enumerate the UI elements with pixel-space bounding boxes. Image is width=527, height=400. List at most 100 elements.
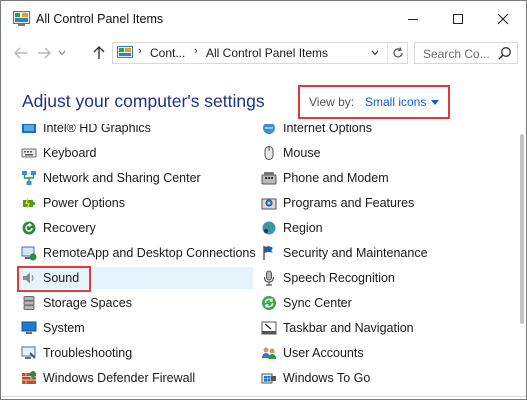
item-user-accounts[interactable]: User Accounts — [261, 342, 364, 364]
system-icon — [21, 321, 37, 334]
graphics-icon — [22, 124, 36, 133]
sync-icon — [262, 296, 276, 310]
chevron-down-icon — [371, 50, 379, 56]
page-title: Adjust your computer's settings — [22, 91, 265, 111]
item-firewall[interactable]: Windows Defender Firewall — [21, 367, 195, 389]
item-mouse[interactable]: Mouse — [261, 142, 321, 164]
recent-locations-button[interactable] — [55, 43, 69, 63]
minimize-icon — [408, 18, 418, 20]
item-label: Windows Defender Firewall — [43, 371, 196, 385]
navigation-bar: › Cont... › All Control Panel Items Sear… — [1, 37, 526, 69]
item-sync-center[interactable]: Sync Center — [261, 292, 352, 314]
item-label: RemoteApp and Desktop Connections — [43, 246, 256, 260]
close-button[interactable] — [483, 1, 523, 37]
taskbar-icon — [261, 321, 277, 335]
breadcrumb-separator-icon: › — [194, 45, 198, 57]
refresh-icon — [392, 47, 403, 58]
back-arrow-icon — [14, 47, 27, 59]
item-windows-to-go[interactable]: Windows To Go — [261, 367, 370, 389]
search-icon[interactable] — [498, 46, 512, 60]
item-label: Keyboard — [43, 146, 97, 160]
view-by-caret-icon[interactable] — [431, 100, 439, 105]
address-bar[interactable]: › Cont... › All Control Panel Items — [112, 42, 408, 64]
up-arrow-icon — [93, 46, 105, 59]
remoteapp-icon — [21, 246, 37, 261]
item-power-options[interactable]: Power Options — [21, 192, 125, 214]
item-phone-modem[interactable]: Phone and Modem — [261, 167, 389, 189]
item-label: Phone and Modem — [283, 171, 389, 185]
back-button[interactable] — [11, 43, 31, 63]
microphone-icon — [263, 270, 275, 286]
internet-options-icon — [263, 124, 275, 134]
breadcrumb-all-items[interactable]: All Control Panel Items — [206, 46, 328, 60]
item-label: Speech Recognition — [283, 271, 395, 285]
item-label: Region — [283, 221, 323, 235]
title-bar[interactable]: All Control Panel Items — [1, 1, 526, 37]
scrollbar-thumb[interactable] — [520, 134, 524, 324]
item-remoteapp[interactable]: RemoteApp and Desktop Connections — [21, 242, 256, 264]
vertical-scrollbar[interactable] — [519, 124, 524, 399]
keyboard-icon — [21, 148, 37, 158]
control-panel-items-list: Intel® HD Graphics Keyboard Network and … — [1, 124, 526, 399]
item-security-maintenance[interactable]: Security and Maintenance — [261, 242, 428, 264]
item-label: Power Options — [43, 196, 125, 210]
search-input[interactable]: Search Co... — [423, 47, 490, 61]
troubleshooting-icon — [21, 346, 36, 359]
item-troubleshooting[interactable]: Troubleshooting — [21, 342, 132, 364]
item-label: Intel® HD Graphics — [43, 124, 151, 135]
address-dropdown-button[interactable] — [366, 45, 384, 61]
item-intel-graphics[interactable]: Intel® HD Graphics — [21, 124, 151, 139]
item-label: Troubleshooting — [43, 346, 133, 360]
programs-icon — [261, 198, 277, 210]
forward-button[interactable] — [34, 43, 54, 63]
chevron-down-icon — [58, 50, 66, 56]
region-icon — [262, 221, 276, 235]
windows-to-go-icon — [261, 373, 276, 384]
item-label: Network and Sharing Center — [43, 171, 201, 185]
search-box[interactable]: Search Co... — [414, 42, 518, 64]
control-panel-icon — [13, 11, 30, 26]
item-label: Storage Spaces — [43, 296, 132, 310]
view-by-label: View by: — [309, 95, 355, 109]
item-keyboard[interactable]: Keyboard — [21, 142, 97, 164]
breadcrumb-separator-icon: › — [138, 45, 142, 57]
power-icon — [23, 197, 35, 209]
storage-icon — [23, 296, 35, 310]
item-region[interactable]: Region — [261, 217, 323, 239]
item-system[interactable]: System — [21, 317, 85, 339]
close-icon — [497, 13, 509, 25]
item-label: Mouse — [283, 146, 321, 160]
control-panel-icon — [117, 46, 133, 58]
recovery-icon — [22, 221, 36, 235]
maximize-icon — [453, 14, 463, 24]
mouse-icon — [264, 146, 274, 160]
security-flag-icon — [263, 246, 273, 260]
maximize-button[interactable] — [438, 1, 478, 37]
item-label: Security and Maintenance — [283, 246, 428, 260]
window-title: All Control Panel Items — [36, 12, 164, 26]
item-recovery[interactable]: Recovery — [21, 217, 96, 239]
view-by-dropdown[interactable]: Small icons — [365, 95, 426, 109]
forward-arrow-icon — [38, 47, 51, 59]
breadcrumb-control-panel[interactable]: Cont... — [150, 46, 185, 60]
item-internet-options[interactable]: Internet Options — [261, 124, 372, 139]
up-button[interactable] — [89, 43, 109, 63]
item-label: Windows To Go — [283, 371, 371, 385]
minimize-button[interactable] — [393, 1, 433, 37]
item-label: Sync Center — [283, 296, 352, 310]
refresh-button[interactable] — [387, 43, 407, 63]
item-storage-spaces[interactable]: Storage Spaces — [21, 292, 132, 314]
item-label: Recovery — [43, 221, 96, 235]
item-label: Internet Options — [283, 124, 372, 135]
item-label: Programs and Features — [283, 196, 415, 210]
item-label: User Accounts — [283, 346, 364, 360]
network-icon — [22, 171, 36, 185]
item-speech-recognition[interactable]: Speech Recognition — [261, 267, 395, 289]
firewall-icon — [22, 371, 36, 384]
item-network-sharing[interactable]: Network and Sharing Center — [21, 167, 201, 189]
users-icon — [262, 347, 276, 359]
item-programs-features[interactable]: Programs and Features — [261, 192, 414, 214]
item-taskbar-navigation[interactable]: Taskbar and Navigation — [261, 317, 414, 339]
item-label: System — [43, 321, 85, 335]
divider — [1, 396, 526, 397]
